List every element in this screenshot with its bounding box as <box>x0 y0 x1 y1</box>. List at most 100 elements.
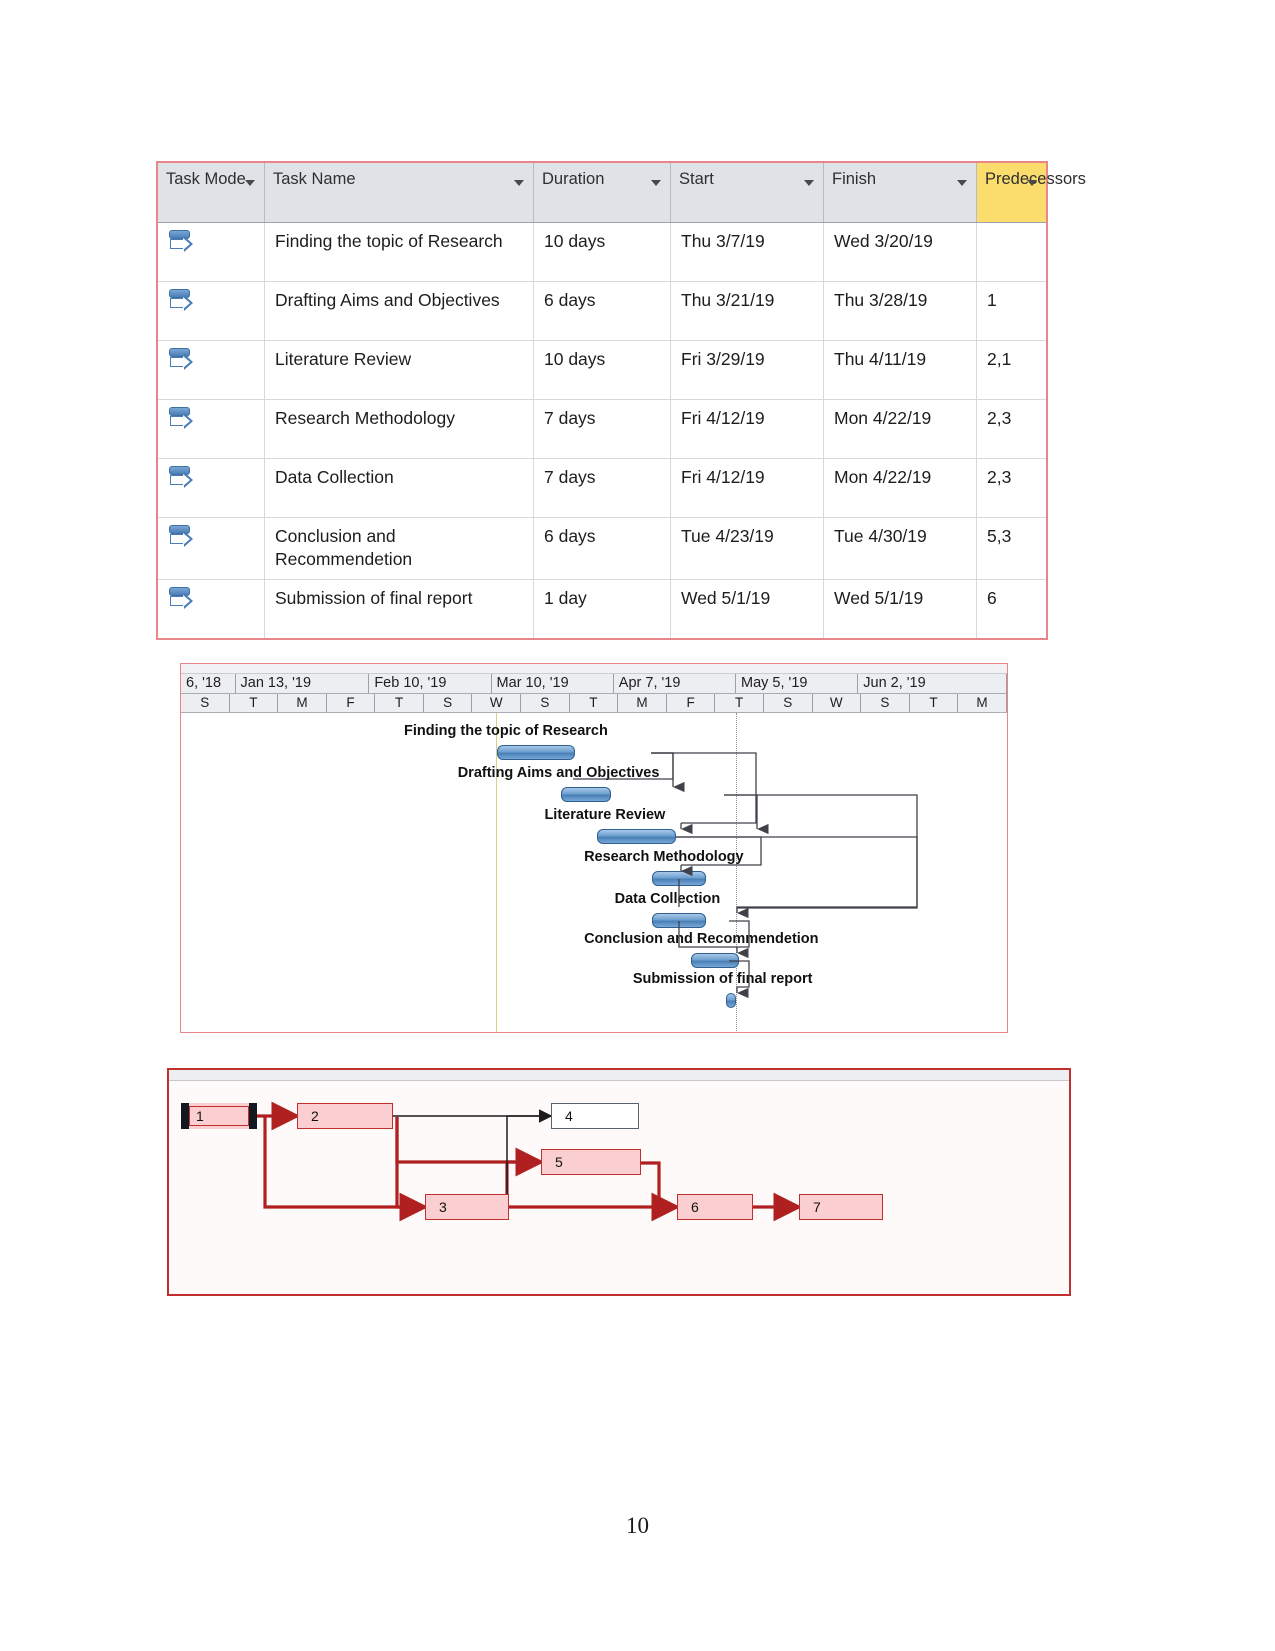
cell-predecessors[interactable]: 2,3 <box>976 458 1046 518</box>
cell-start[interactable]: Fri 4/12/19 <box>670 458 824 518</box>
column-header-task-mode-label: Task Mode <box>166 170 246 188</box>
table-row[interactable]: Conclusion and Recommendetion 6 days Tue 4… <box>158 517 1046 580</box>
gantt-task-bar[interactable] <box>651 871 707 886</box>
network-node[interactable]: 6 <box>677 1194 753 1220</box>
table-row[interactable]: Research Methodology 7 days Fri 4/12/19 Mon… <box>158 399 1046 459</box>
cell-name[interactable]: Literature Review <box>264 340 534 400</box>
cell-task-mode[interactable] <box>158 281 265 341</box>
cell-task-mode[interactable] <box>158 399 265 459</box>
network-node[interactable]: 2 <box>297 1103 393 1129</box>
table-row[interactable]: Finding the topic of Research 10 days Thu … <box>158 222 1046 282</box>
gantt-day-cell: F <box>327 694 376 712</box>
cell-finish[interactable]: Tue 4/30/19 <box>823 517 977 580</box>
cell-start[interactable]: Fri 3/29/19 <box>670 340 824 400</box>
gantt-task-bar[interactable] <box>597 829 676 844</box>
column-header-task-mode[interactable]: Task Mode <box>158 163 265 223</box>
auto-schedule-icon <box>168 288 194 316</box>
cell-duration[interactable]: 10 days <box>533 340 671 400</box>
cell-finish[interactable]: Wed 3/20/19 <box>823 222 977 282</box>
cell-start[interactable]: Thu 3/21/19 <box>670 281 824 341</box>
cell-name[interactable]: Submission of final report <box>264 579 534 638</box>
gantt-month-cell: Feb 10, '19 <box>369 674 492 693</box>
column-header-start[interactable]: Start <box>670 163 824 223</box>
network-node[interactable]: 4 <box>551 1103 639 1129</box>
cell-predecessors[interactable]: 2,3 <box>976 399 1046 459</box>
cell-start[interactable]: Fri 4/12/19 <box>670 399 824 459</box>
cell-duration[interactable]: 1 day <box>533 579 671 638</box>
cell-duration[interactable]: 6 days <box>533 517 671 580</box>
cell-start[interactable]: Thu 3/7/19 <box>670 222 824 282</box>
cell-name[interactable]: Drafting Aims and Objectives <box>264 281 534 341</box>
node-start-cap <box>181 1103 189 1129</box>
cell-duration[interactable]: 6 days <box>533 281 671 341</box>
cell-finish[interactable]: Wed 5/1/19 <box>823 579 977 638</box>
filter-dropdown-icon[interactable] <box>245 180 255 186</box>
gantt-day-cell: S <box>764 694 813 712</box>
gantt-task-label: Submission of final report <box>632 971 813 987</box>
filter-dropdown-icon[interactable] <box>957 180 967 186</box>
cell-duration[interactable]: 7 days <box>533 458 671 518</box>
node-end-cap <box>249 1103 257 1129</box>
table-row[interactable]: Literature Review 10 days Fri 3/29/19 Thu 4… <box>158 340 1046 400</box>
table-row[interactable]: Data Collection 7 days Fri 4/12/19 Mon 4/22… <box>158 458 1046 518</box>
column-header-predecessors[interactable]: Predecessors <box>976 163 1086 223</box>
gantt-task-bar[interactable] <box>691 953 740 968</box>
cell-finish[interactable]: Mon 4/22/19 <box>823 399 977 459</box>
gantt-day-cell: S <box>861 694 910 712</box>
gantt-month-cell: Jun 2, '19 <box>858 674 1007 693</box>
network-node[interactable]: 3 <box>425 1194 509 1220</box>
cell-duration[interactable]: 7 days <box>533 399 671 459</box>
gantt-task-bar[interactable] <box>651 913 707 928</box>
cell-task-mode[interactable] <box>158 222 265 282</box>
table-row[interactable]: Drafting Aims and Objectives 6 days Thu 3/… <box>158 281 1046 341</box>
gantt-month-cell: Jan 13, '19 <box>236 674 370 693</box>
cell-duration[interactable]: 10 days <box>533 222 671 282</box>
task-table-body: Finding the topic of Research 10 days Thu … <box>158 222 1046 638</box>
cell-predecessors[interactable]: 1 <box>976 281 1046 341</box>
filter-dropdown-icon[interactable] <box>514 180 524 186</box>
gantt-month-header: 6, '18 Jan 13, '19 Feb 10, '19 Mar 10, '19 A… <box>181 674 1007 694</box>
gantt-task-label: Data Collection <box>614 891 721 907</box>
gantt-task-bar[interactable] <box>496 745 575 760</box>
gantt-plot-area: Finding the topic of Research Drafting Ai… <box>181 713 1007 1032</box>
gantt-day-cell: T <box>570 694 619 712</box>
cell-task-mode[interactable] <box>158 517 265 580</box>
gantt-status-line <box>495 713 497 1032</box>
network-node[interactable]: 7 <box>799 1194 883 1220</box>
auto-schedule-icon <box>168 524 194 552</box>
cell-task-mode[interactable] <box>158 579 265 638</box>
cell-predecessors[interactable]: 5,3 <box>976 517 1046 580</box>
column-header-task-name[interactable]: Task Name <box>264 163 534 223</box>
cell-name[interactable]: Research Methodology <box>264 399 534 459</box>
gantt-day-cell: F <box>667 694 716 712</box>
cell-predecessors[interactable] <box>976 222 1046 282</box>
column-header-duration[interactable]: Duration <box>533 163 671 223</box>
cell-name[interactable]: Conclusion and Recommendetion <box>264 517 534 580</box>
gantt-day-cell: M <box>278 694 327 712</box>
filter-dropdown-icon[interactable] <box>804 180 814 186</box>
cell-finish[interactable]: Thu 3/28/19 <box>823 281 977 341</box>
network-node[interactable]: 5 <box>541 1149 641 1175</box>
cell-start[interactable]: Wed 5/1/19 <box>670 579 824 638</box>
auto-schedule-icon <box>168 586 194 614</box>
cell-predecessors[interactable]: 6 <box>976 579 1046 638</box>
cell-start[interactable]: Tue 4/23/19 <box>670 517 824 580</box>
filter-dropdown-icon[interactable] <box>651 180 661 186</box>
cell-name[interactable]: Data Collection <box>264 458 534 518</box>
gantt-day-cell: W <box>813 694 862 712</box>
cell-finish[interactable]: Thu 4/11/19 <box>823 340 977 400</box>
filter-dropdown-icon[interactable] <box>1027 180 1037 186</box>
gantt-chart-container: 6, '18 Jan 13, '19 Feb 10, '19 Mar 10, '19 A… <box>180 663 1008 1033</box>
gantt-task-bar[interactable] <box>560 787 611 802</box>
auto-schedule-icon <box>168 347 194 375</box>
column-header-finish[interactable]: Finish <box>823 163 977 223</box>
gantt-day-cell: W <box>472 694 522 712</box>
gantt-task-bar[interactable] <box>726 993 737 1008</box>
table-row[interactable]: Submission of final report 1 day Wed 5/1/1… <box>158 579 1046 638</box>
cell-finish[interactable]: Mon 4/22/19 <box>823 458 977 518</box>
cell-task-mode[interactable] <box>158 458 265 518</box>
cell-predecessors[interactable]: 2,1 <box>976 340 1046 400</box>
network-node[interactable]: 1 <box>181 1103 257 1129</box>
cell-name[interactable]: Finding the topic of Research <box>264 222 534 282</box>
cell-task-mode[interactable] <box>158 340 265 400</box>
